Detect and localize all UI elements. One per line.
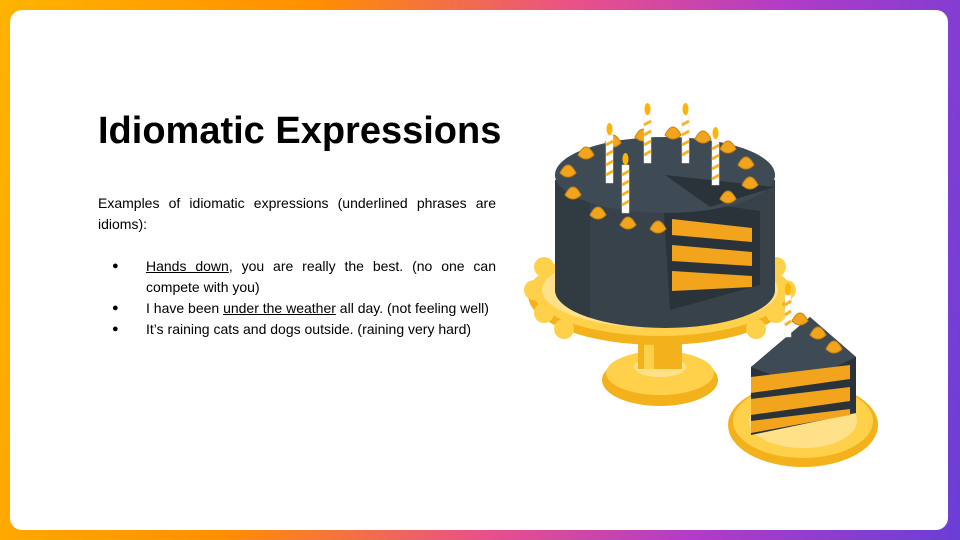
idiom-phrase: Hands down — [146, 258, 229, 274]
intro-paragraph: Examples of idiomatic expressions (under… — [98, 195, 496, 232]
idiom-phrase: under the weather — [223, 300, 336, 316]
list-item: ● I have been under the weather all day. … — [98, 298, 496, 319]
bullet-icon: ● — [112, 302, 119, 314]
list-item: ● It’s raining cats and dogs outside. (ra… — [98, 319, 496, 340]
slide-title: Idiomatic Expressions — [98, 110, 502, 152]
bullet-icon: ● — [112, 260, 119, 272]
slide-card: Idiomatic Expressions Examples of idioma… — [10, 10, 948, 530]
birthday-cake-icon — [520, 95, 890, 475]
idiom-list: ● Hands down, you are really the best. (n… — [98, 256, 496, 340]
bullet-icon: ● — [112, 323, 119, 335]
list-item: ● Hands down, you are really the best. (n… — [112, 258, 497, 295]
